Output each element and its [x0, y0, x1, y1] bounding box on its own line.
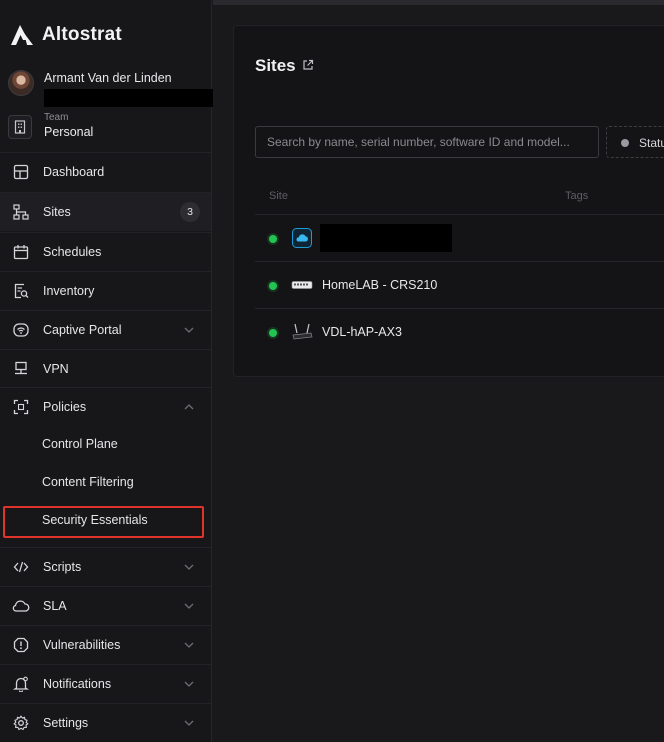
sidebar-item-label: Policies — [43, 400, 87, 414]
chevron-up-icon — [184, 404, 194, 410]
sidebar-item-label: Dashboard — [43, 165, 105, 179]
bell-icon — [12, 675, 30, 693]
sidebar-item-label: Schedules — [43, 245, 102, 259]
sidebar-item-policies[interactable]: Policies — [0, 387, 211, 426]
chevron-down-icon — [184, 327, 194, 333]
sidebar-subitem-content-filtering[interactable]: Content Filtering — [0, 463, 211, 501]
altostrat-logo-icon — [11, 25, 33, 45]
sidebar-subitem-control-plane[interactable]: Control Plane — [0, 425, 211, 463]
site-name: HomeLAB - CRS210 — [322, 278, 438, 292]
app-window: Altostrat Armant Van der Linden Team Per… — [0, 0, 664, 742]
sidebar-item-inventory[interactable]: Inventory — [0, 271, 211, 310]
sites-count-badge: 3 — [180, 202, 200, 222]
table-row[interactable] — [255, 214, 664, 261]
external-link-icon[interactable] — [302, 59, 314, 71]
sidebar-item-label: Vulnerabilities — [43, 638, 121, 652]
status-online-indicator — [269, 329, 277, 337]
redacted-email — [44, 89, 218, 107]
team-label: Team — [44, 112, 69, 123]
switch-icon — [291, 274, 313, 296]
building-icon — [8, 115, 32, 139]
sidebar-subitem-security-essentials[interactable]: Security Essentials — [0, 501, 211, 539]
status-online-indicator — [269, 235, 277, 243]
policy-scan-icon — [12, 398, 30, 416]
chevron-down-icon — [184, 720, 194, 726]
avatar — [8, 70, 34, 96]
alert-octagon-icon — [12, 636, 30, 654]
sidebar-item-settings[interactable]: Settings — [0, 703, 211, 742]
sidebar-item-label: Scripts — [43, 560, 82, 574]
network-icon — [12, 203, 30, 221]
user-name: Armant Van der Linden — [44, 71, 172, 85]
team-name: Personal — [44, 125, 94, 139]
chevron-down-icon — [184, 642, 194, 648]
chevron-down-icon — [184, 564, 194, 570]
status-online-indicator — [269, 282, 277, 290]
table-row[interactable]: HomeLAB - CRS210 — [255, 261, 664, 308]
page-title: Sites — [255, 56, 296, 75]
sidebar-item-label: Notifications — [43, 677, 112, 691]
column-header-site: Site — [269, 190, 288, 202]
calendar-icon — [12, 243, 30, 261]
app-logo[interactable]: Altostrat — [10, 22, 122, 48]
gear-icon — [12, 714, 30, 732]
sidebar-item-schedules[interactable]: Schedules — [0, 232, 211, 271]
code-icon — [12, 558, 30, 576]
wifi-portal-icon — [12, 321, 30, 339]
chevron-down-icon — [184, 603, 194, 609]
cloud-icon — [291, 227, 313, 249]
sidebar-subitem-label: Control Plane — [42, 437, 118, 451]
sidebar-item-vulnerabilities[interactable]: Vulnerabilities — [0, 625, 211, 664]
sidebar-subitem-label: Content Filtering — [42, 475, 134, 489]
user-account[interactable]: Armant Van der Linden — [8, 70, 218, 110]
sidebar-item-label: Captive Portal — [43, 323, 122, 337]
sidebar-item-sites[interactable]: Sites 3 — [0, 192, 211, 231]
sidebar-item-dashboard[interactable]: Dashboard — [0, 152, 211, 191]
sidebar-item-sla[interactable]: SLA — [0, 586, 211, 625]
main-content: Sites Status Site Tags — [213, 5, 664, 742]
sidebar-item-label: SLA — [43, 599, 67, 613]
sidebar-item-label: Settings — [43, 716, 89, 730]
app-name: Altostrat — [42, 24, 122, 45]
inventory-icon — [12, 282, 30, 300]
sidebar-subitem-label: Security Essentials — [42, 513, 148, 527]
status-filter-button[interactable]: Status — [606, 126, 664, 158]
sites-panel: Sites Status Site Tags — [233, 25, 664, 377]
dashboard-icon — [12, 163, 30, 181]
sidebar-item-label: Sites — [43, 205, 71, 219]
cloud-icon — [12, 597, 30, 615]
router-icon — [291, 321, 313, 343]
sidebar-item-scripts[interactable]: Scripts — [0, 547, 211, 586]
chevron-down-icon — [184, 681, 194, 687]
vpn-icon — [12, 360, 30, 378]
sidebar-item-label: VPN — [43, 362, 69, 376]
sidebar-item-captive-portal[interactable]: Captive Portal — [0, 310, 211, 349]
redacted-site-name — [320, 224, 452, 252]
search-input[interactable] — [255, 126, 599, 158]
status-dot-icon — [621, 139, 629, 147]
site-name: VDL-hAP-AX3 — [322, 325, 402, 339]
column-header-tags: Tags — [565, 190, 589, 202]
sidebar-item-notifications[interactable]: Notifications — [0, 664, 211, 703]
sidebar-item-vpn[interactable]: VPN — [0, 349, 211, 388]
sidebar-item-label: Inventory — [43, 284, 95, 298]
sidebar: Altostrat Armant Van der Linden Team Per… — [0, 0, 218, 742]
team-selector[interactable]: Team Personal — [8, 112, 210, 144]
table-row[interactable]: VDL-hAP-AX3 — [255, 308, 664, 355]
status-filter-label: Status — [639, 136, 664, 150]
